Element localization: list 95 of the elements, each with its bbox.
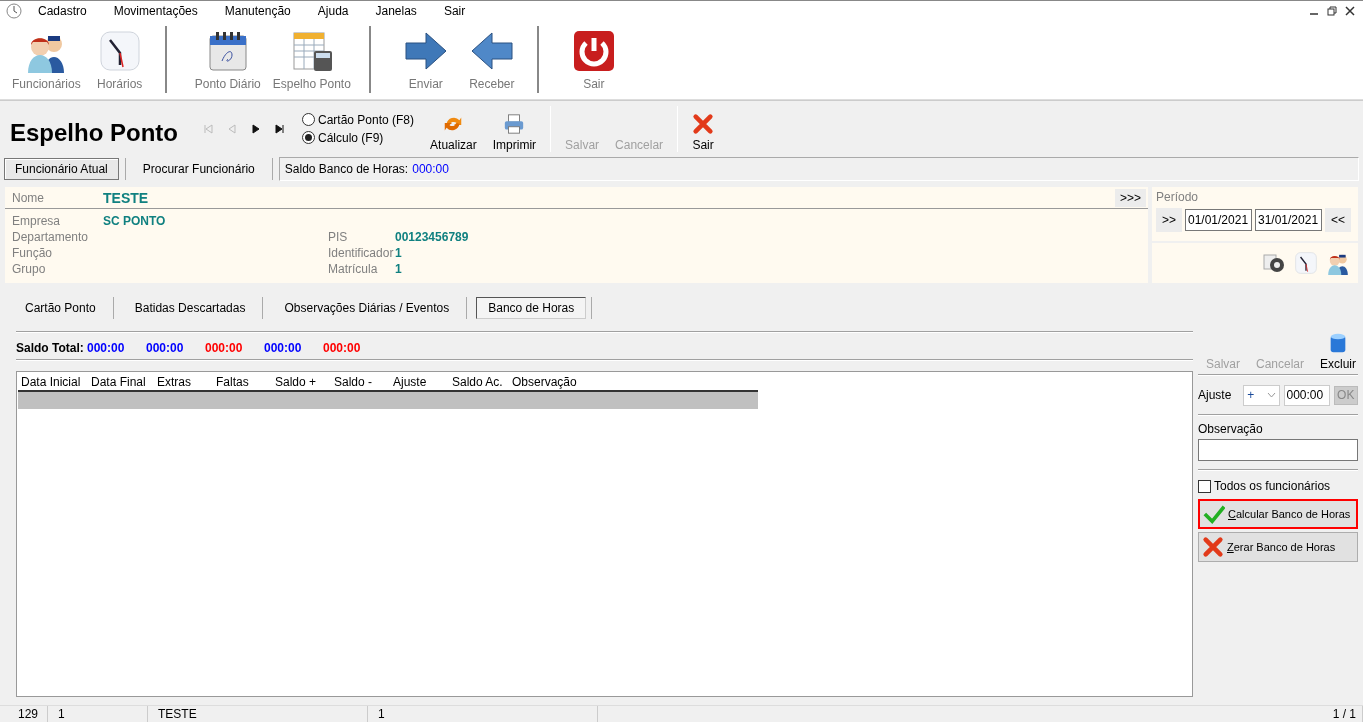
menu-item[interactable]: Janelas xyxy=(375,3,417,18)
toolbar-button[interactable]: Horários xyxy=(88,26,151,93)
prev-record-icon xyxy=(226,122,238,135)
column-header[interactable]: Saldo Ac. xyxy=(449,374,509,389)
column-header[interactable]: Data Inicial xyxy=(18,374,88,389)
power-icon xyxy=(571,29,616,73)
first-record-icon xyxy=(202,122,214,135)
check-icon xyxy=(1203,503,1225,525)
printer-icon xyxy=(503,112,526,135)
period-label: Período xyxy=(1156,190,1200,204)
field-label: Matrícula xyxy=(328,262,378,276)
tab[interactable]: Banco de Horas xyxy=(476,297,587,319)
status-cell: 1 xyxy=(48,705,148,722)
view-tab[interactable]: Funcionário Atual xyxy=(4,158,119,180)
radio-label: Cálculo (F9) xyxy=(318,130,384,145)
field-value: SC PONTO xyxy=(103,214,166,228)
field-value: 1 xyxy=(395,246,402,260)
balance-label: Saldo Banco de Horas: xyxy=(284,162,409,176)
next-record-icon xyxy=(250,122,262,135)
end-date-field[interactable]: 31/01/2021 xyxy=(1255,209,1322,231)
field-label: Empresa xyxy=(12,214,61,228)
total-value: 000:00 xyxy=(87,341,126,355)
field-label: Grupo xyxy=(12,262,46,276)
right-arrow-icon xyxy=(403,29,448,73)
field-label: Nome xyxy=(12,190,45,205)
toolbar-button[interactable]: Ponto Diário xyxy=(190,26,265,93)
column-header[interactable]: Faltas xyxy=(213,374,272,389)
toolbar-button[interactable]: Receber xyxy=(460,26,523,93)
field-label: Identificador xyxy=(328,246,394,260)
toolbar-button[interactable]: Espelho Ponto xyxy=(268,26,355,93)
clock-icon xyxy=(97,29,142,73)
radio-button[interactable] xyxy=(302,113,315,126)
gear-icon xyxy=(1262,251,1286,275)
status-cell: 1 xyxy=(368,705,598,722)
column-header[interactable]: Extras xyxy=(154,374,213,389)
tab[interactable]: Batidas Descartadas xyxy=(122,297,258,319)
cross-icon xyxy=(1202,536,1224,558)
tab[interactable]: Observações Diárias / Eventos xyxy=(272,297,462,319)
status-cell: 129 xyxy=(0,705,48,722)
action-button[interactable]: Sair xyxy=(684,105,723,152)
field-label: PIS xyxy=(328,230,348,244)
total-value: 000:00 xyxy=(146,341,185,355)
column-header[interactable]: Saldo + xyxy=(272,374,331,389)
clock-icon xyxy=(1294,251,1318,275)
radio-label: Cartão Ponto (F8) xyxy=(318,112,415,127)
total-label: Saldo Total: xyxy=(16,341,85,355)
toolbar-button[interactable]: Funcionários xyxy=(8,26,85,93)
field-value: 1 xyxy=(395,262,402,276)
menu-item[interactable]: Ajuda xyxy=(317,3,349,18)
column-header[interactable]: Data Final xyxy=(88,374,154,389)
close-icon[interactable] xyxy=(1343,3,1357,18)
start-date-field[interactable]: 01/01/2021 xyxy=(1185,209,1252,231)
column-header[interactable]: Ajuste xyxy=(390,374,449,389)
previous-period-button[interactable]: << xyxy=(1325,208,1351,232)
field-label: Função xyxy=(12,246,53,260)
checkbox[interactable] xyxy=(1198,479,1211,493)
adjust-label: Ajuste xyxy=(1198,388,1232,402)
balance-value: 000:00 xyxy=(412,162,449,176)
total-value: 000:00 xyxy=(205,341,244,355)
toolbar-button[interactable]: Enviar xyxy=(394,26,457,93)
restore-icon[interactable] xyxy=(1325,3,1339,18)
menu-item[interactable]: Cadastro xyxy=(38,3,87,18)
view-tab[interactable]: Procurar Funcionário xyxy=(131,158,266,180)
menu-item[interactable]: Movimentações xyxy=(113,3,198,18)
employee-name: TESTE xyxy=(103,189,149,206)
action-button[interactable]: Atualizar xyxy=(422,105,485,152)
tab[interactable]: Cartão Ponto xyxy=(13,297,108,319)
caret-icon xyxy=(1266,392,1276,398)
expand-button[interactable]: >>> xyxy=(1114,188,1146,207)
observation-field[interactable] xyxy=(1198,439,1358,461)
page-title: Espelho Ponto xyxy=(10,118,179,147)
side-action-button[interactable]: Excluir xyxy=(1320,331,1356,371)
total-value: 000:00 xyxy=(264,341,303,355)
sign-dropdown[interactable]: + xyxy=(1243,384,1280,406)
radio-button[interactable] xyxy=(302,131,315,144)
action-button[interactable]: Imprimir xyxy=(484,105,545,152)
column-header[interactable]: Saldo - xyxy=(331,374,390,389)
menu-item[interactable]: Sair xyxy=(443,3,466,18)
time-field[interactable]: 000:00 xyxy=(1283,384,1330,406)
field-value: 00123456789 xyxy=(395,230,469,244)
next-period-button[interactable]: >> xyxy=(1156,208,1182,232)
total-value: 000:00 xyxy=(323,341,362,355)
toolbar-button[interactable]: Sair xyxy=(562,26,625,93)
column-header[interactable]: Observação xyxy=(509,374,629,389)
left-arrow-icon xyxy=(469,29,514,73)
checkbox-label: Todos os funcionários xyxy=(1214,479,1331,493)
observation-label: Observação xyxy=(1198,422,1264,436)
calculation-button[interactable]: Zerar Banco de Horas xyxy=(1198,532,1358,562)
status-cell: 1 / 1 xyxy=(1322,705,1363,722)
calculation-button[interactable]: Calcular Banco de Horas xyxy=(1198,499,1358,529)
field-label: Departamento xyxy=(12,230,89,244)
last-record-icon xyxy=(274,122,286,135)
close-icon xyxy=(692,112,715,135)
menu-item[interactable]: Manutenção xyxy=(224,3,291,18)
status-cell: TESTE xyxy=(148,705,368,722)
